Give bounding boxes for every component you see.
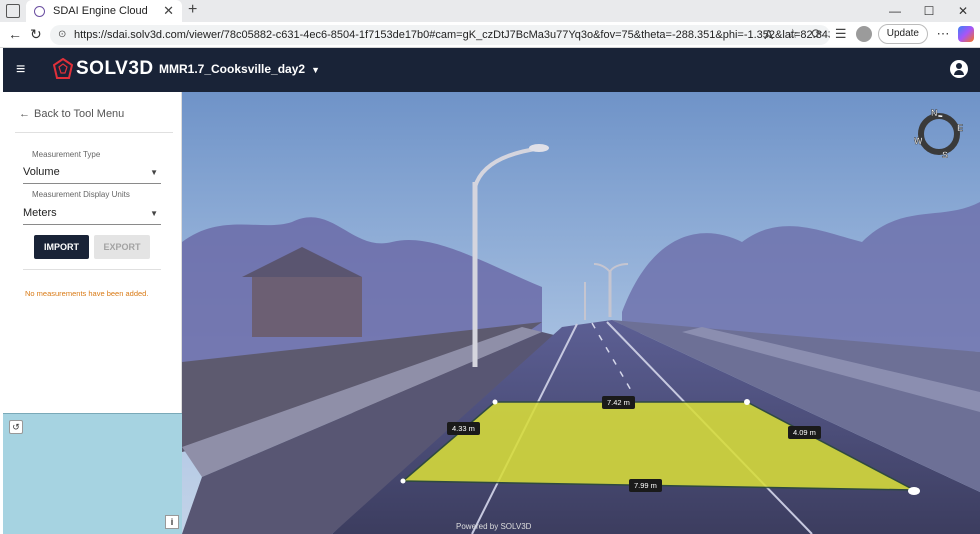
display-units-value: Meters [23,207,57,219]
compass-north: N [931,108,938,118]
compass-south: S [942,150,948,158]
solv3d-logo: SOLV3D [53,58,154,80]
copilot-icon[interactable] [958,26,974,42]
dropdown-arrow-icon: ▼ [150,168,158,177]
profile-avatar[interactable] [855,26,872,42]
measurement-type-select[interactable]: Volume ▼ [23,166,161,184]
measurement-label-top: 7.42 m [602,396,635,409]
project-name: MMR1.7_Cooksville_day2 [159,62,306,76]
close-window-button[interactable]: ✕ [946,0,980,22]
dropdown-arrow-icon: ▼ [150,209,158,218]
window-menu-icon[interactable] [6,4,20,18]
minimap[interactable]: ↺ i [3,413,182,534]
favorites-list-icon[interactable]: ☰ [832,26,850,42]
export-button[interactable]: EXPORT [94,235,150,259]
import-button[interactable]: IMPORT [34,235,89,259]
update-button[interactable]: Update [877,24,928,44]
empty-measurements-message: No measurements have been added. [25,289,149,298]
measurement-label-bottom: 7.99 m [629,479,662,492]
measurement-type-value: Volume [23,166,60,178]
display-units-select[interactable]: Meters ▼ [23,207,161,225]
url-text: https://sdai.solv3d.com/viewer/78c05882-… [74,29,830,41]
divider [15,132,173,133]
info-icon[interactable]: i [165,515,179,529]
compass-west: W [914,136,923,146]
app-header: ≡ SOLV3D MMR1.7_Cooksville_day2 ▼ [3,48,980,92]
extensions-icon[interactable]: ⟳ [808,26,826,42]
browser-toolbar-right: A ☆ ⟳ ☰ Update ⋯ [760,24,980,44]
brand-name: SOLV3D [76,58,154,79]
maximize-button[interactable]: ☐ [912,0,946,22]
minimize-button[interactable]: — [878,0,912,22]
browser-tab-bar: SDAI Engine Cloud ✕ + — ☐ ✕ [0,0,980,22]
arrow-left-icon: ← [19,108,30,120]
window-controls: — ☐ ✕ [878,0,980,22]
tab-title: SDAI Engine Cloud [53,5,148,17]
site-info-icon[interactable]: ⊙ [58,25,66,45]
site-favicon-icon [34,5,45,17]
measurement-label-left: 4.33 m [447,422,480,435]
address-bar-row: ← ↻ ⊙ https://sdai.solv3d.com/viewer/78c… [0,22,980,48]
menu-collapse-icon[interactable]: ≡ [16,61,25,79]
caret-down-icon: ▼ [311,65,320,75]
favorite-star-icon[interactable]: ☆ [784,26,802,42]
new-tab-button[interactable]: + [188,1,197,19]
measurement-label-right: 4.09 m [788,426,821,439]
divider [23,269,161,270]
back-label: Back to Tool Menu [34,108,125,120]
reload-icon[interactable]: ↻ [30,26,42,43]
measurement-type-label: Measurement Type [32,150,101,159]
back-to-tool-menu-link[interactable]: ← Back to Tool Menu [19,108,124,120]
display-units-label: Measurement Display Units [32,190,130,199]
browser-tab[interactable]: SDAI Engine Cloud ✕ [26,0,182,22]
read-aloud-icon[interactable]: A [760,27,778,42]
solv3d-logo-icon [53,58,73,79]
point-cloud-viewer[interactable]: 7.42 m 4.33 m 4.09 m 7.99 m N E S W Powe… [182,92,980,534]
compass-icon[interactable]: N E S W [914,108,964,158]
street-scene [182,92,980,534]
reset-view-icon[interactable]: ↺ [9,420,23,434]
url-field[interactable]: ⊙ https://sdai.solv3d.com/viewer/78c0588… [50,25,830,45]
project-selector[interactable]: MMR1.7_Cooksville_day2 ▼ [159,62,320,76]
tool-sidebar: ← Back to Tool Menu Measurement Type Volu… [3,92,182,413]
more-menu-icon[interactable]: ⋯ [934,26,952,42]
account-icon[interactable] [950,60,968,78]
powered-by-footer: Powered by SOLV3D [456,522,532,531]
compass-east: E [957,123,963,133]
tab-close-icon[interactable]: ✕ [163,3,174,19]
back-nav-icon[interactable]: ← [8,26,22,42]
